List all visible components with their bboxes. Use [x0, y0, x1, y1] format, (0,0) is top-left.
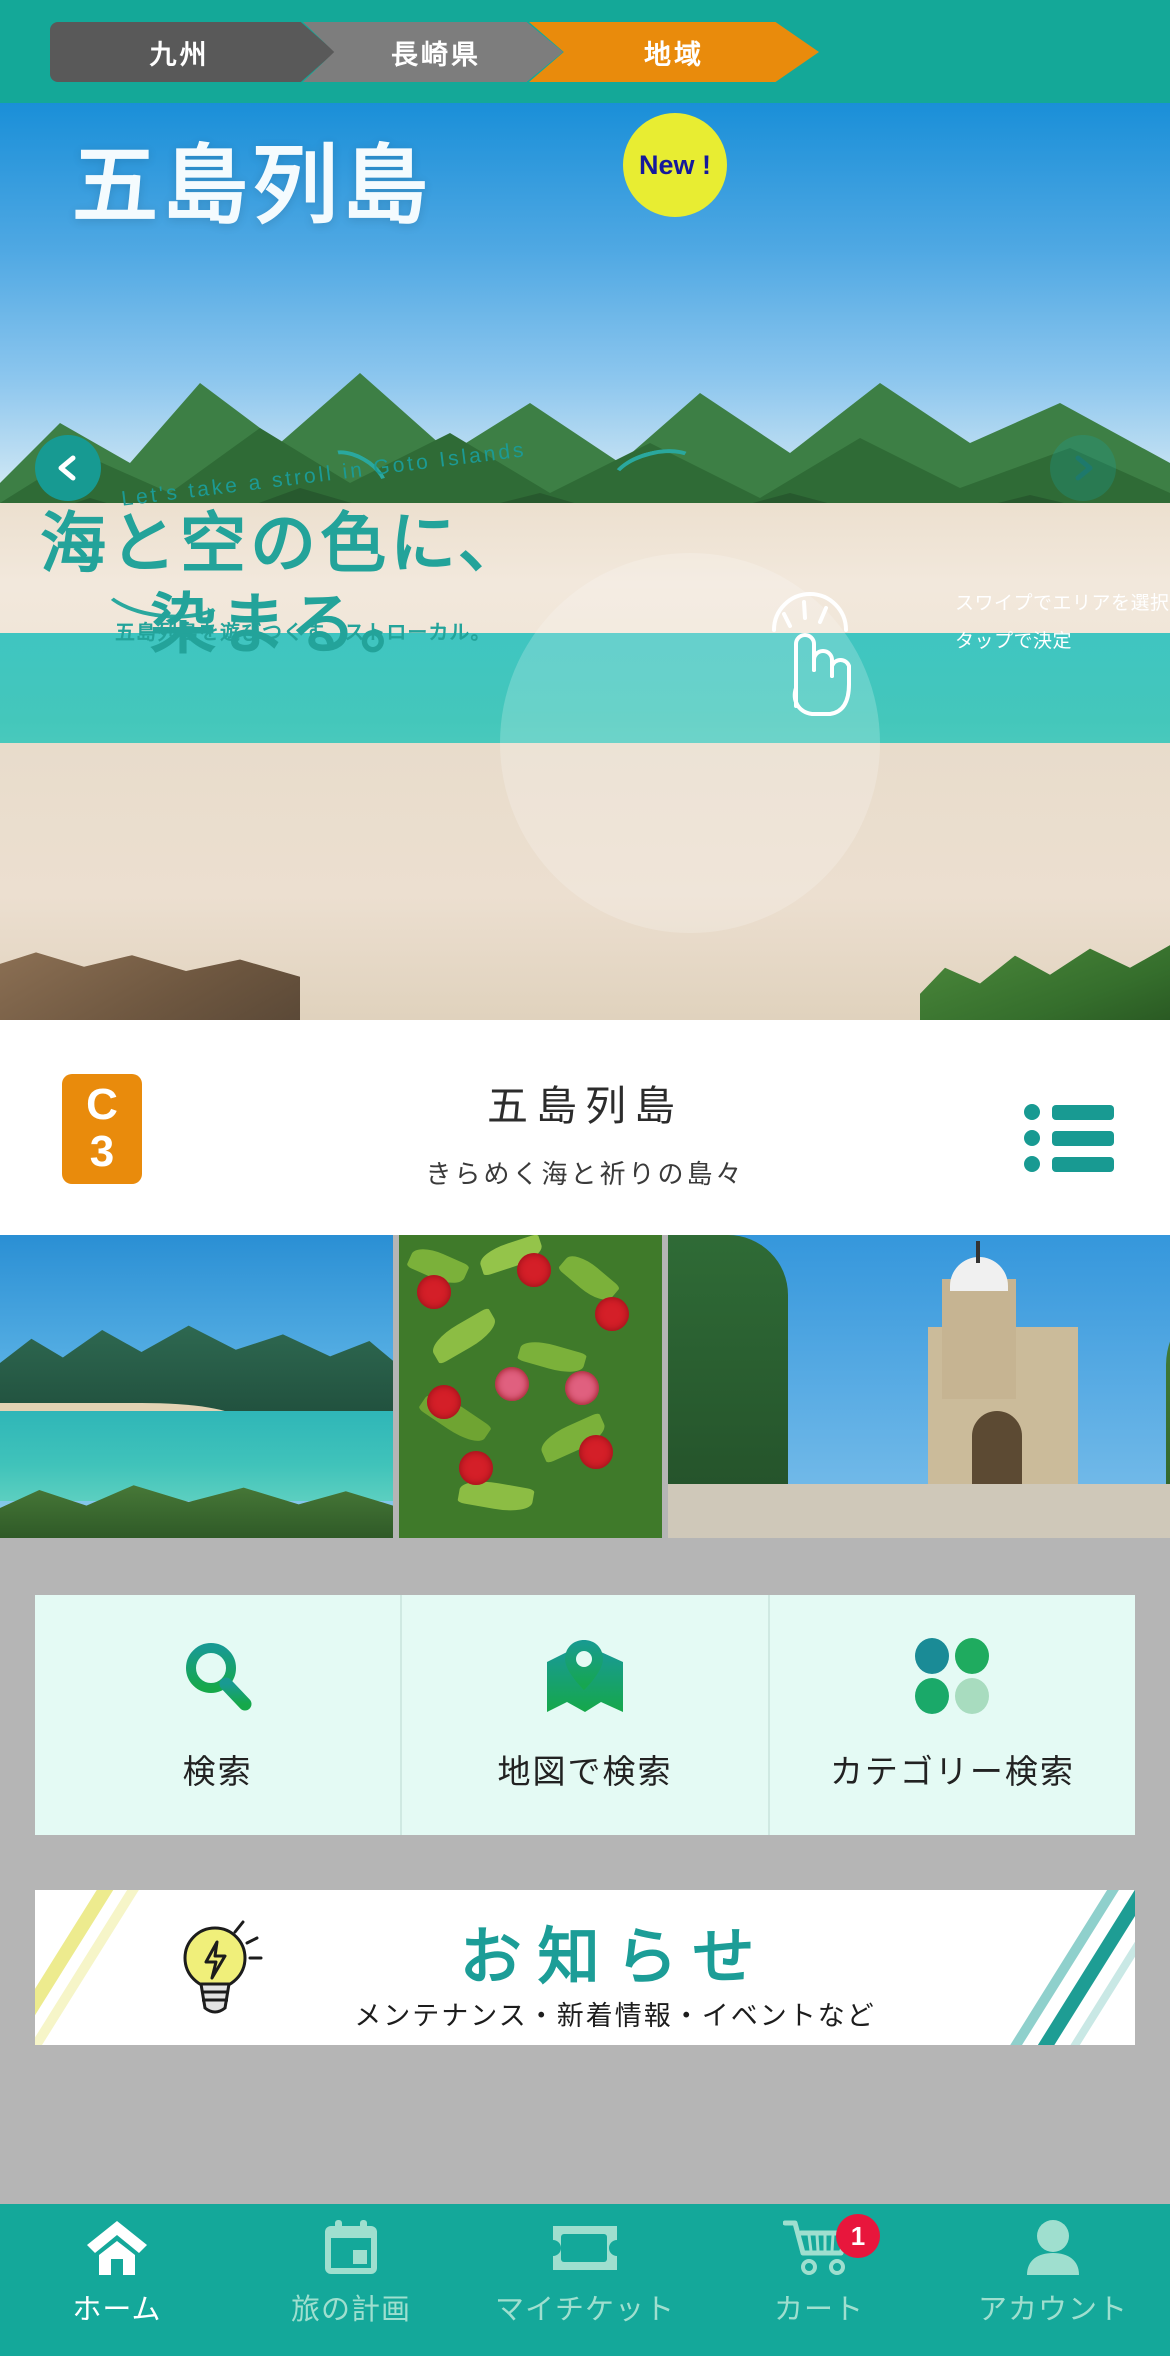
- map-search-button[interactable]: 地図で検索: [402, 1595, 770, 1835]
- account-icon: [1023, 2218, 1083, 2278]
- nav-label-my-ticket: マイチケット: [494, 2294, 675, 2326]
- thumbnail-strip[interactable]: [0, 1235, 1170, 1538]
- swipe-hint-line1: スワイプでエリアを選択: [955, 593, 1170, 614]
- breadcrumb: 九州 長崎県 地域: [0, 0, 1170, 103]
- chevron-left-icon[interactable]: [35, 435, 101, 501]
- calendar-icon: [321, 2218, 381, 2278]
- nav-item-account[interactable]: アカウント: [936, 2218, 1170, 2328]
- swipe-hint-text: スワイプでエリアを選択 タップで決定: [955, 585, 1170, 661]
- search-button-label: 検索: [182, 1752, 253, 1790]
- breadcrumb-label: 地域: [644, 39, 704, 70]
- ticket-icon: [549, 2218, 621, 2278]
- hero-carousel[interactable]: 五島列島 New ! スワイプでエリアを選択 タップで決定 Let's take…: [0, 103, 1170, 1020]
- nav-item-trip-plan[interactable]: 旅の計画: [234, 2218, 468, 2328]
- category-search-button-label: カテゴリー検索: [829, 1752, 1075, 1790]
- search-button[interactable]: 検索: [35, 1595, 403, 1835]
- chevron-right-icon[interactable]: [1050, 435, 1116, 501]
- map-pin-icon: [545, 1638, 625, 1719]
- area-card-text: 五島列島 きらめく海と祈りの島々: [0, 1072, 1170, 1191]
- nav-item-home[interactable]: ホーム: [0, 2218, 234, 2328]
- nav-label-trip-plan: 旅の計画: [290, 2294, 411, 2326]
- category-dots-icon: [913, 1637, 991, 1719]
- hero-title: 五島列島: [72, 138, 432, 234]
- list-menu-icon[interactable]: [1024, 1103, 1114, 1178]
- breadcrumb-item-area[interactable]: 地域: [529, 22, 819, 82]
- tagline-line-1: 海と空の色に、: [40, 506, 529, 580]
- breadcrumb-label: 長崎県: [391, 39, 481, 70]
- hero-tagline-sub: 五島列島を遊びつくす、ストローカル。: [115, 622, 492, 644]
- page-title: 五島列島: [487, 1083, 683, 1129]
- nav-label-cart: カート: [773, 2294, 864, 2326]
- map-search-button-label: 地図で検索: [497, 1752, 673, 1790]
- nav-item-cart[interactable]: 1 カート: [702, 2214, 936, 2328]
- category-search-button[interactable]: カテゴリー検索: [770, 1595, 1135, 1835]
- breadcrumb-label: 九州: [149, 39, 210, 70]
- app-root: 九州 長崎県 地域 五島列島 New ! スワイプでエリアを選択 タップで決定 …: [0, 0, 1170, 2356]
- nav-item-my-ticket[interactable]: マイチケット: [468, 2218, 702, 2328]
- thumbnail-camellia[interactable]: [399, 1235, 662, 1538]
- breadcrumb-list: 九州 長崎県 地域: [50, 22, 819, 82]
- notice-banner[interactable]: お知らせ メンテナンス・新着情報・イベントなど: [35, 1890, 1135, 2045]
- page-subtitle: きらめく海と祈りの島々: [425, 1159, 745, 1189]
- area-info-card[interactable]: C 3 五島列島 きらめく海と祈りの島々: [0, 1020, 1170, 1235]
- search-icon: [180, 1638, 256, 1719]
- action-button-group: 検索 地図で検索 カテゴリー検索: [35, 1595, 1135, 1835]
- tap-hand-icon: [760, 588, 870, 723]
- thumbnail-coastal-bay[interactable]: [0, 1235, 393, 1538]
- new-badge: New !: [623, 113, 727, 217]
- notice-title: お知らせ: [459, 1923, 771, 1992]
- breadcrumb-item-region[interactable]: 九州: [50, 22, 335, 82]
- bottom-navigation: ホーム 旅の計画 マイチケット 1 カート アカウント: [0, 2204, 1170, 2356]
- cart-badge: 1: [836, 2214, 880, 2258]
- notice-subtitle: メンテナンス・新着情報・イベントなど: [354, 2001, 876, 2031]
- nav-label-account: アカウント: [977, 2294, 1128, 2326]
- home-icon: [85, 2218, 149, 2278]
- breadcrumb-item-prefecture[interactable]: 長崎県: [303, 22, 563, 82]
- nav-label-home: ホーム: [72, 2294, 162, 2326]
- swipe-hint-line2: タップで決定: [955, 631, 1073, 652]
- thumbnail-stone-church[interactable]: [668, 1235, 1170, 1538]
